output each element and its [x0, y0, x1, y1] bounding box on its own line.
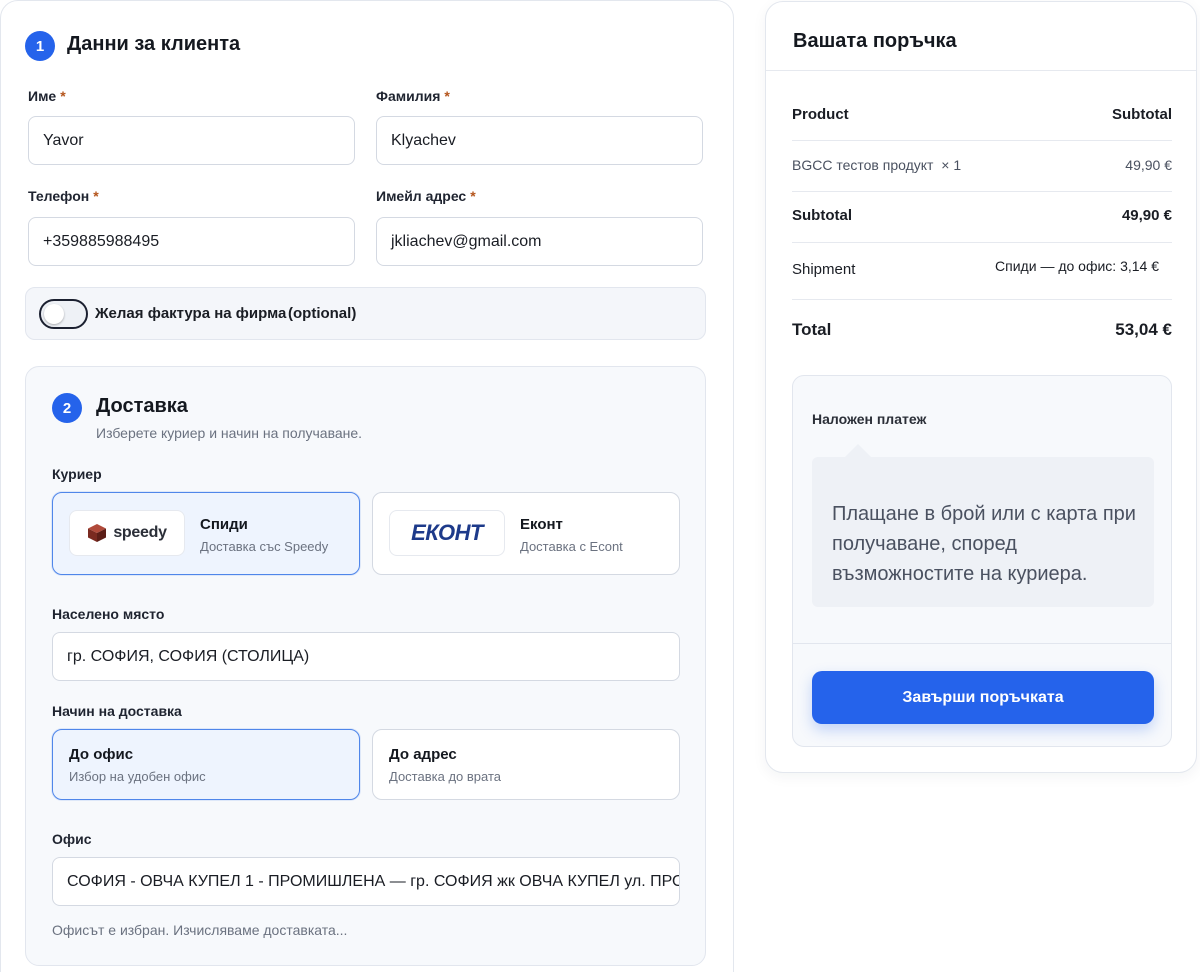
delivery-subtitle: Изберете куриер и начин на получаване. — [96, 425, 363, 441]
method-desc: Доставка до врата — [389, 769, 501, 784]
courier-desc: Доставка със Speedy — [200, 539, 329, 554]
row-divider — [792, 299, 1172, 300]
payment-info-text: Плащане в брой или с карта при получаван… — [812, 457, 1154, 607]
invoice-toggle-row: Желая фактура на фирма (optional) — [25, 287, 706, 340]
subtotal-value: 49,90 € — [1121, 207, 1172, 224]
first-name-label-text: Име — [28, 88, 57, 104]
order-item-name: BGCC тестов продукт × 1 — [792, 157, 961, 173]
row-divider — [792, 191, 1172, 192]
delivery-section-title: Доставка — [96, 395, 188, 417]
payment-info-pointer — [845, 444, 871, 457]
payment-method-label[interactable]: Наложен платеж — [812, 411, 926, 427]
phone-label: Телефон * — [28, 188, 99, 204]
office-status-text: Офисът е избран. Изчисляваме доставката.… — [52, 922, 348, 938]
order-title: Вашата поръчка — [793, 30, 957, 52]
invoice-optional-label: (optional) — [288, 305, 357, 322]
delivery-card: 2 Доставка Изберете куриер и начин на по… — [25, 366, 706, 966]
step-badge-2: 2 — [52, 393, 82, 423]
item-name-text: BGCC тестов продукт — [792, 157, 934, 173]
col-subtotal-header: Subtotal — [1112, 106, 1172, 123]
econt-logo-text: ЕКОНТ — [411, 520, 483, 545]
customer-details-card: 1 Данни за клиента Име * Yavor Фамилия * K… — [0, 0, 734, 972]
order-item-price: 49,90 € — [1125, 157, 1172, 173]
email-input[interactable]: jkliachev@gmail.com — [376, 217, 703, 266]
office-label: Офис — [52, 831, 92, 847]
last-name-input[interactable]: Klyachev — [376, 116, 703, 165]
invoice-label: Желая фактура на фирма — [95, 305, 287, 322]
col-product-header: Product — [792, 106, 849, 123]
total-value: 53,04 € — [1115, 320, 1172, 339]
step-badge-1: 1 — [25, 31, 55, 61]
method-desc: Избор на удобен офис — [69, 769, 206, 784]
email-label: Имейл адрес * — [376, 188, 476, 204]
econt-logo: ЕКОНТ — [389, 510, 505, 556]
city-label: Населено място — [52, 606, 165, 622]
phone-input[interactable]: +359885988495 — [28, 217, 355, 266]
courier-name: Спиди — [200, 516, 248, 533]
courier-option-speedy[interactable]: speedy Спиди Доставка със Speedy — [52, 492, 360, 575]
order-summary-card: Вашата поръчка Product Subtotal BGCC тес… — [765, 1, 1197, 773]
required-mark: * — [60, 88, 66, 104]
courier-label: Куриер — [52, 466, 102, 482]
total-label: Total — [792, 320, 832, 339]
last-name-label-text: Фамилия — [376, 88, 441, 104]
shipment-label: Shipment — [792, 261, 856, 278]
shipment-value: Спиди — до офис: 3,14 € — [995, 258, 1159, 274]
required-mark: * — [470, 188, 476, 204]
speedy-logo: speedy — [69, 510, 185, 556]
customer-section-title: Данни за клиента — [67, 33, 241, 55]
row-divider — [792, 140, 1172, 141]
invoice-toggle[interactable] — [39, 299, 88, 329]
phone-label-text: Телефон — [28, 188, 90, 204]
speedy-box-icon — [88, 524, 107, 542]
courier-name: Еконт — [520, 516, 563, 533]
payment-method-box: Наложен платеж Плащане в брой или с карт… — [792, 375, 1172, 747]
row-divider — [792, 242, 1172, 243]
first-name-label: Име * — [28, 88, 66, 104]
delivery-method-office[interactable]: До офис Избор на удобен офис — [52, 729, 360, 800]
city-input[interactable]: гр. СОФИЯ, СОФИЯ (СТОЛИЦА) — [52, 632, 680, 681]
required-mark: * — [93, 188, 99, 204]
subtotal-label: Subtotal — [792, 207, 852, 224]
last-name-label: Фамилия * — [376, 88, 450, 104]
toggle-knob — [44, 304, 64, 324]
delivery-method-address[interactable]: До адрес Доставка до врата — [372, 729, 680, 800]
courier-option-econt[interactable]: ЕКОНТ Еконт Доставка с Econt — [372, 492, 680, 575]
place-order-button[interactable]: Завърши поръчката — [812, 671, 1154, 724]
method-name: До офис — [69, 746, 134, 763]
delivery-method-label: Начин на доставка — [52, 703, 182, 719]
email-label-text: Имейл адрес — [376, 188, 467, 204]
required-mark: * — [444, 88, 450, 104]
first-name-input[interactable]: Yavor — [28, 116, 355, 165]
item-qty-text: × 1 — [941, 157, 962, 173]
title-divider — [766, 70, 1196, 71]
payment-divider — [793, 643, 1171, 644]
office-select[interactable]: СОФИЯ - ОВЧА КУПЕЛ 1 - ПРОМИШЛЕНА — гр. … — [52, 857, 680, 906]
courier-desc: Доставка с Econt — [520, 539, 623, 554]
speedy-logo-text: speedy — [113, 524, 167, 541]
method-name: До адрес — [389, 746, 457, 763]
